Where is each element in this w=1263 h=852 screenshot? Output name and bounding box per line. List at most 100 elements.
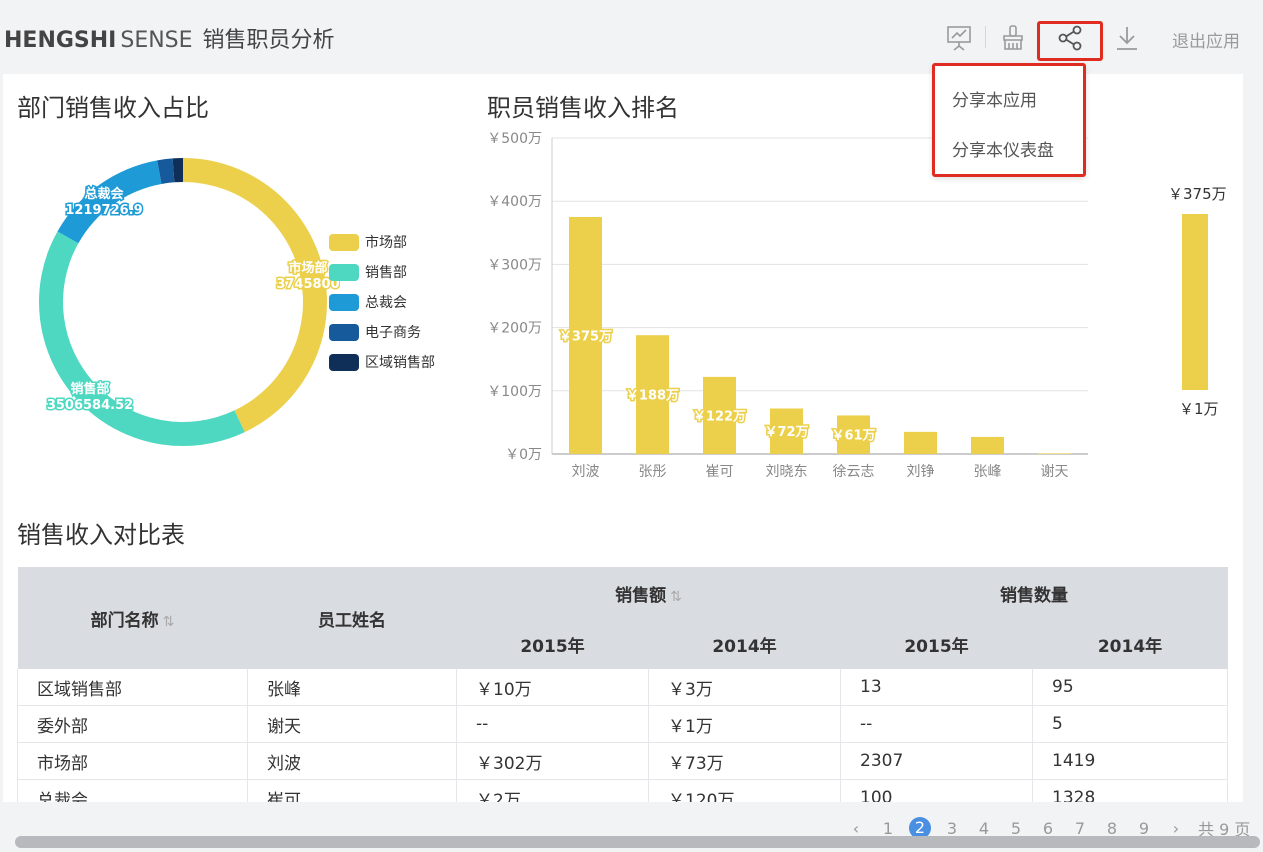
- legend-item[interactable]: 销售部: [329, 262, 407, 282]
- bar[interactable]: [971, 436, 1004, 454]
- mini-bar-max-label: ￥375万: [1168, 185, 1227, 203]
- brand-name: HENGSHI: [4, 28, 117, 53]
- col-emp-header[interactable]: 员工姓名: [247, 567, 457, 669]
- legend-swatch: [329, 233, 359, 251]
- bar-data-label: ￥61万: [831, 429, 875, 444]
- legend-label: 总裁会: [365, 295, 407, 311]
- col-amount-2014[interactable]: 2014年: [648, 619, 841, 669]
- table-cell: --: [456, 705, 649, 743]
- table-cell: ￥1万: [648, 705, 842, 743]
- app-title: 销售职员分析: [202, 28, 335, 53]
- col-dept-header[interactable]: 部门名称 ⇅: [17, 567, 248, 669]
- legend-item[interactable]: 区域销售部: [329, 352, 435, 372]
- share-dropdown-menu: 分享本应用 分享本仪表盘: [932, 63, 1086, 177]
- mini-range-bar[interactable]: [1182, 214, 1208, 390]
- x-tick-label: 张彤: [639, 464, 667, 480]
- donut-slice-label: 1219726.9: [65, 203, 142, 218]
- y-tick-label: ￥0万: [505, 447, 542, 463]
- page-number[interactable]: 3: [936, 819, 968, 838]
- brand-suffix: SENSE: [120, 28, 193, 53]
- legend-item[interactable]: 电子商务: [329, 322, 421, 342]
- table-cell: 区域销售部: [17, 669, 248, 706]
- table-cell: ￥73万: [648, 742, 842, 780]
- x-tick-label: 刘铮: [907, 464, 935, 480]
- brand: HENGSHI SENSE 销售职员分析: [4, 22, 335, 54]
- page-number[interactable]: 8: [1096, 819, 1128, 838]
- table-cell: 刘波: [247, 742, 457, 780]
- donut-slice-label: 总裁会: [84, 186, 124, 202]
- x-tick-label: 张峰: [974, 464, 1002, 480]
- page-number[interactable]: 1: [872, 819, 904, 838]
- legend-item[interactable]: 市场部: [329, 232, 407, 252]
- y-tick-label: ￥100万: [487, 384, 542, 400]
- table-row[interactable]: 区域销售部 张峰 ￥10万 ￥3万 13 95: [17, 669, 1229, 706]
- table-cell: 委外部: [17, 705, 248, 743]
- page-number[interactable]: 5: [1000, 819, 1032, 838]
- bar-data-label: ￥375万: [559, 330, 612, 345]
- legend-swatch: [329, 353, 359, 371]
- bar-data-label: ￥122万: [693, 409, 746, 424]
- bar-title: 职员销售收入排名: [487, 94, 679, 122]
- prev-page-icon[interactable]: ‹: [840, 819, 872, 838]
- col-qty-2014[interactable]: 2014年: [1032, 619, 1228, 669]
- mini-bar-min-label: ￥1万: [1179, 400, 1219, 418]
- table-row[interactable]: 市场部 刘波 ￥302万 ￥73万 2307 1419: [17, 742, 1229, 780]
- donut-slice-label: 市场部: [288, 260, 327, 276]
- legend-label: 销售部: [365, 265, 407, 281]
- legend-label: 电子商务: [365, 325, 421, 341]
- clear-brush-icon[interactable]: [996, 20, 1030, 56]
- share-app-menu-item[interactable]: 分享本应用: [952, 86, 1037, 111]
- table-cell: ￥302万: [456, 742, 649, 780]
- share-dashboard-menu-item[interactable]: 分享本仪表盘: [952, 136, 1054, 161]
- col-qty-2015[interactable]: 2015年: [840, 619, 1033, 669]
- page-number[interactable]: 4: [968, 819, 1000, 838]
- y-tick-label: ￥400万: [487, 194, 542, 210]
- donut-title: 部门销售收入占比: [17, 94, 209, 122]
- page-number[interactable]: 6: [1032, 819, 1064, 838]
- donut-chart: 市场部3745800销售部3506584.52总裁会1219726.9: [39, 158, 340, 446]
- col-amount-2015[interactable]: 2015年: [456, 619, 649, 669]
- col-sales-qty-header[interactable]: 销售数量: [840, 567, 1228, 619]
- toolbar-divider: [985, 26, 986, 48]
- table-cell: ￥3万: [648, 669, 842, 706]
- x-tick-label: 刘波: [572, 464, 600, 480]
- x-tick-label: 谢天: [1041, 464, 1069, 480]
- donut-slice[interactable]: [172, 158, 183, 183]
- table-cell: 谢天: [247, 705, 457, 743]
- y-tick-label: ￥200万: [487, 321, 542, 337]
- sort-icon[interactable]: ⇅: [163, 614, 175, 630]
- legend-label: 区域销售部: [365, 355, 435, 371]
- y-tick-label: ￥300万: [487, 257, 542, 273]
- bar-data-label: ￥188万: [626, 389, 679, 404]
- bar[interactable]: [1038, 453, 1071, 454]
- horizontal-scrollbar[interactable]: [15, 836, 1260, 848]
- table-row[interactable]: 委外部 谢天 -- ￥1万 -- 5: [17, 705, 1229, 743]
- legend-swatch: [329, 293, 359, 311]
- exit-app-button[interactable]: 退出应用: [1172, 27, 1240, 52]
- next-page-icon[interactable]: ›: [1160, 819, 1192, 838]
- col-sales-qty-label: 销售数量: [1000, 585, 1069, 606]
- x-tick-label: 崔可: [706, 464, 734, 480]
- donut-slice[interactable]: [183, 158, 327, 433]
- page-number[interactable]: 9: [1128, 819, 1160, 838]
- table-cell: 5: [1032, 705, 1229, 743]
- sort-icon[interactable]: ⇅: [670, 589, 682, 605]
- table-cell: 2307: [840, 742, 1034, 780]
- table-cell: 13: [840, 669, 1034, 706]
- page-number[interactable]: 7: [1064, 819, 1096, 838]
- table-cell: 1419: [1032, 742, 1229, 780]
- table-cell: 95: [1032, 669, 1229, 706]
- legend-swatch: [329, 323, 359, 341]
- legend-swatch: [329, 263, 359, 281]
- col-sales-amount-header[interactable]: 销售额 ⇅: [456, 567, 841, 619]
- donut-slice[interactable]: [39, 231, 245, 446]
- sales-comparison-table: 部门名称 ⇅ 员工姓名 销售额 ⇅ 销售数量 2015年 2014年 2015年 2…: [17, 567, 1229, 817]
- presentation-icon[interactable]: [942, 20, 976, 56]
- download-icon[interactable]: [1110, 20, 1144, 56]
- bar[interactable]: [904, 431, 937, 454]
- x-tick-label: 徐云志: [833, 464, 875, 480]
- col-dept-label: 部门名称: [90, 610, 159, 631]
- table-title: 销售收入对比表: [17, 521, 185, 549]
- legend-item[interactable]: 总裁会: [329, 292, 407, 312]
- legend-label: 市场部: [365, 235, 407, 251]
